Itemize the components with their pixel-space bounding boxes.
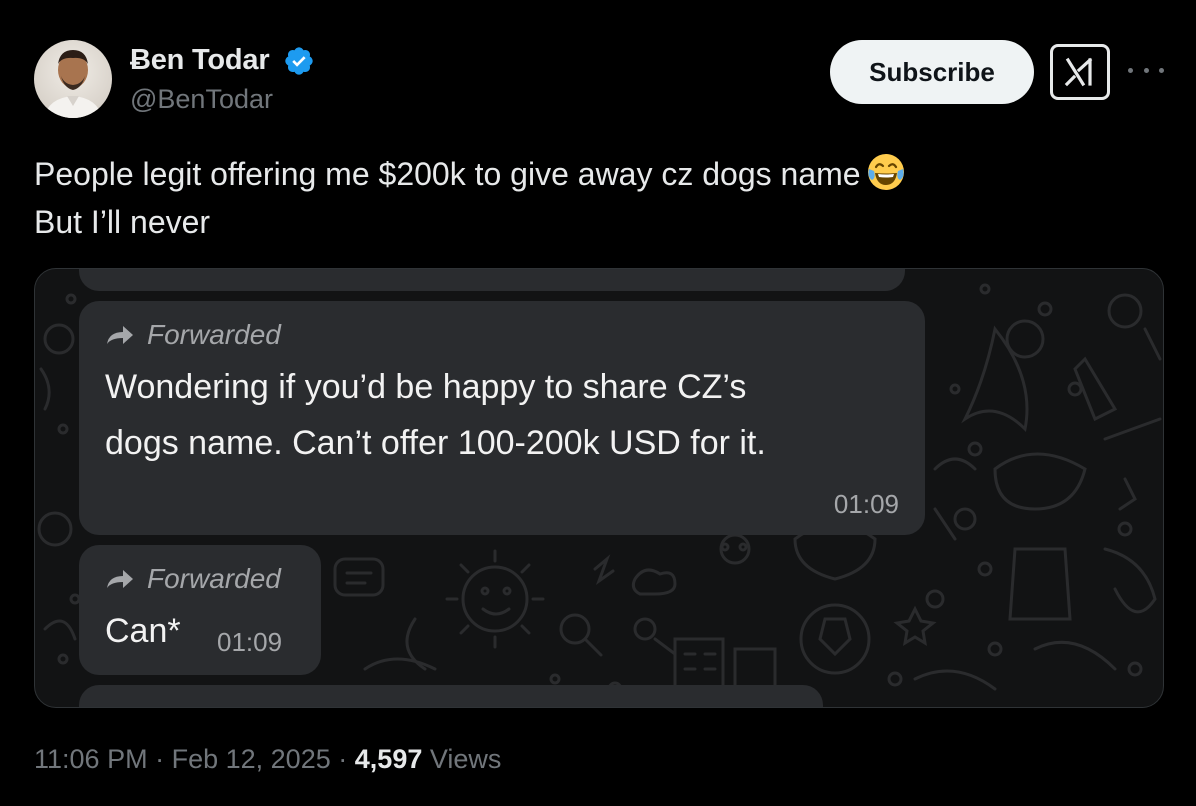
grok-icon xyxy=(1064,57,1093,87)
chat-message-bubble-partial xyxy=(79,269,905,291)
forwarded-indicator: Forwarded xyxy=(105,319,281,351)
chat-message-bubble: Forwarded Can* 01:09 xyxy=(79,545,321,675)
forward-arrow-icon xyxy=(107,570,133,588)
chat-message-time: 01:09 xyxy=(217,627,283,657)
more-icon-dot xyxy=(1143,67,1149,73)
tweet-date[interactable]: Feb 12, 2025 xyxy=(172,744,331,774)
more-button[interactable] xyxy=(1128,58,1164,82)
tweet-media-image[interactable]: Forwarded Wondering if you’d be happy to… xyxy=(34,268,1164,708)
chat-message-text: Can* xyxy=(105,612,181,650)
face-with-tears-of-joy-emoji-icon xyxy=(867,154,904,190)
tweet-line-1: People legit offering me $200k to give a… xyxy=(34,150,1134,198)
verified-badge-icon xyxy=(285,47,313,75)
chat-message-time: 01:09 xyxy=(833,489,899,519)
meta-separator: · xyxy=(338,744,348,774)
views-label: Views xyxy=(429,744,502,774)
chat-message-bubble: Forwarded Wondering if you’d be happy to… xyxy=(79,301,925,535)
author-handle[interactable]: @BenTodar xyxy=(130,84,273,115)
tweet-text: People legit offering me $200k to give a… xyxy=(34,150,1134,246)
tweet-line-2: But I’ll never xyxy=(34,204,211,240)
views-count: 4,597 xyxy=(354,744,423,774)
more-icon-dot xyxy=(1128,67,1133,73)
more-icon-dot xyxy=(1159,67,1164,73)
forwarded-label: Forwarded xyxy=(147,319,281,350)
subscribe-button[interactable]: Subscribe xyxy=(830,40,1034,104)
chat-message-text: Wondering if you’d be happy to share CZ’… xyxy=(105,359,766,471)
meta-separator: · xyxy=(155,744,165,774)
forwarded-indicator: Forwarded xyxy=(105,563,281,595)
author-display-name[interactable]: Ƀen Todar xyxy=(130,44,270,77)
tweet-meta: 11:06 PM · Feb 12, 2025 · 4,597 Views xyxy=(34,744,501,775)
tweet-time[interactable]: 11:06 PM xyxy=(34,744,148,774)
chat-message-line-2: dogs name. Can’t offer 100-200k USD for … xyxy=(105,424,766,462)
tweet-line-1-text: People legit offering me $200k to give a… xyxy=(34,156,861,192)
chat-message-line-1: Wondering if you’d be happy to share CZ’… xyxy=(105,368,747,406)
avatar[interactable] xyxy=(34,40,112,118)
chat-message-bubble-partial xyxy=(79,685,823,707)
forwarded-label: Forwarded xyxy=(147,563,281,594)
forward-arrow-icon xyxy=(107,326,133,344)
grok-button[interactable] xyxy=(1050,44,1110,100)
